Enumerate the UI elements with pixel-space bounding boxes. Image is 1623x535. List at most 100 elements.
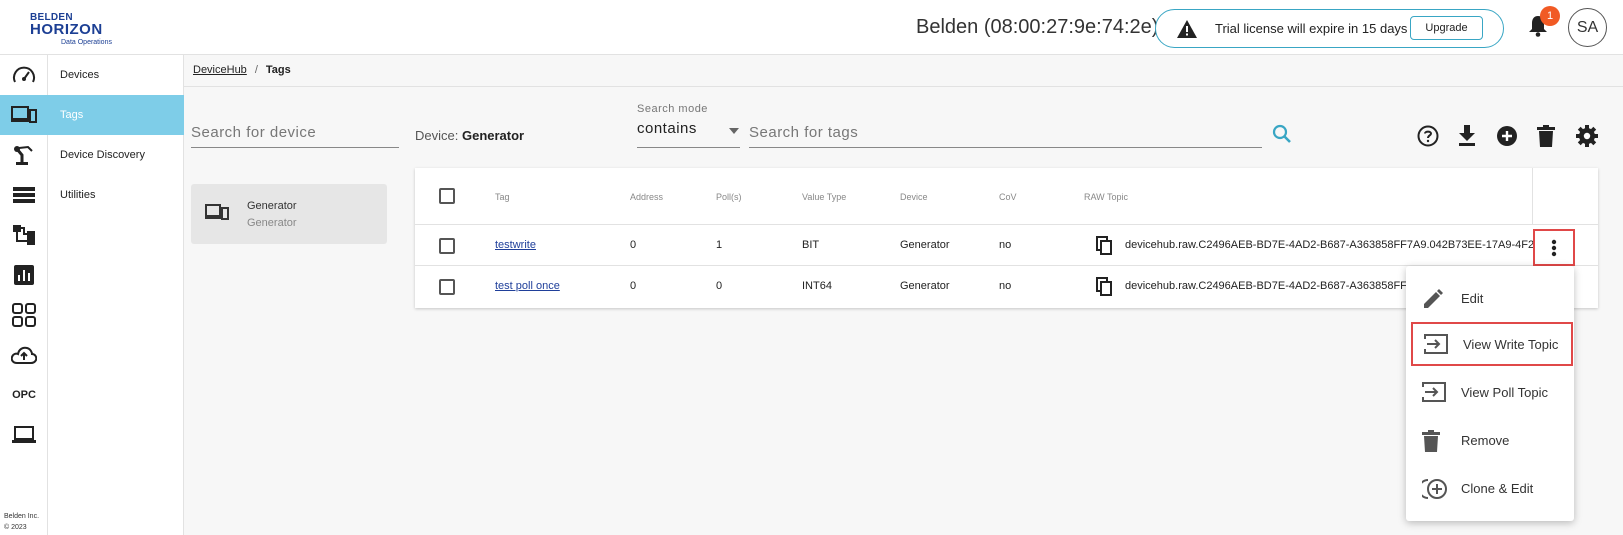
devices-icon [205, 204, 229, 220]
search-mode-value: contains [637, 120, 697, 137]
address-cell: 0 [630, 239, 637, 251]
device-search-input[interactable] [191, 118, 399, 148]
add-icon[interactable] [1496, 125, 1518, 147]
search-mode-select[interactable]: contains [637, 120, 740, 148]
copy-icon[interactable] [1096, 236, 1112, 255]
col-header-tag[interactable]: Tag [495, 192, 510, 202]
menu-item-clone-edit[interactable]: Clone & Edit [1406, 466, 1574, 510]
menu-item-label: Remove [1461, 433, 1510, 448]
col-header-address[interactable]: Address [630, 192, 663, 202]
rail-devices[interactable] [0, 95, 48, 135]
select-all-checkbox[interactable] [439, 188, 455, 204]
selected-device-label: Device: Generator [415, 128, 524, 143]
row-actions-button[interactable] [1533, 229, 1575, 266]
device-card-generator[interactable]: Generator Generator [191, 184, 387, 244]
rail-opc[interactable]: OPC [0, 375, 48, 415]
col-header-value-type[interactable]: Value Type [802, 192, 846, 202]
caret-down-icon [729, 128, 739, 134]
clone-icon [1422, 479, 1447, 499]
laptop-icon [12, 426, 36, 443]
devices-icon [11, 106, 37, 123]
upgrade-button[interactable]: Upgrade [1410, 16, 1483, 40]
col-header-raw-topic[interactable]: RAW Topic [1084, 192, 1128, 202]
address-cell: 0 [630, 280, 637, 292]
copyright-year: © 2023 [4, 524, 27, 531]
logo-text-horizon: HORIZON [30, 21, 103, 38]
menu-item-label: View Poll Topic [1461, 385, 1548, 400]
belden-horizon-logo[interactable]: BELDEN HORIZON Data Operations [28, 10, 118, 48]
col-header-poll[interactable]: Poll(s) [716, 192, 742, 202]
device-identifier: Belden (08:00:27:9e:74:2e) [916, 16, 1159, 38]
dashboard-icon [13, 66, 35, 83]
row-checkbox[interactable] [439, 238, 455, 254]
nav-item-tags[interactable]: Tags [48, 95, 184, 135]
menu-item-label: Clone & Edit [1461, 481, 1534, 496]
trash-icon [1422, 430, 1440, 452]
menu-item-label: Edit [1461, 291, 1484, 306]
breadcrumb-current: Tags [265, 64, 291, 76]
help-icon[interactable] [1417, 125, 1439, 147]
device-prefix: Device: [415, 128, 459, 143]
notification-badge: 1 [1540, 6, 1560, 26]
topic-icon [1422, 382, 1446, 402]
tag-link[interactable]: test poll once [495, 280, 560, 292]
value-type-cell: INT64 [802, 280, 832, 292]
flow-icon [13, 225, 35, 245]
breadcrumb: DeviceHub / Tags [193, 64, 291, 76]
robot-arm-icon [14, 145, 33, 165]
menu-item-view-write-topic[interactable]: View Write Topic [1411, 322, 1573, 366]
tag-link[interactable]: testwrite [495, 239, 536, 251]
grid-icon [12, 303, 36, 327]
rail-list[interactable] [0, 175, 48, 215]
device-card-name: Generator [247, 200, 297, 212]
trial-message: Trial license will expire in 15 days [1215, 21, 1408, 36]
topic-icon [1424, 334, 1448, 354]
rail-flow[interactable] [0, 215, 48, 255]
logo-text-data-operations: Data Operations [61, 39, 112, 46]
col-header-cov[interactable]: CoV [999, 192, 1017, 202]
copyright-company: Belden Inc. [4, 513, 40, 520]
row-checkbox[interactable] [439, 279, 455, 295]
warning-icon [1177, 20, 1197, 38]
device-cell: Generator [900, 239, 950, 251]
rail-dashboard[interactable] [0, 55, 48, 95]
pencil-icon [1424, 289, 1443, 308]
menu-item-edit[interactable]: Edit [1406, 276, 1574, 320]
raw-topic-cell: devicehub.raw.C2496AEB-BD7E-4AD2-B687-A3… [1125, 239, 1533, 251]
value-type-cell: BIT [802, 239, 820, 251]
copyright: Belden Inc. © 2023 [4, 511, 39, 533]
download-icon[interactable] [1457, 125, 1477, 147]
copy-icon[interactable] [1096, 277, 1112, 296]
icon-rail: OPC Belden Inc. © 2023 [0, 55, 48, 535]
rail-apps[interactable] [0, 295, 48, 335]
nav-item-utilities[interactable]: Utilities [48, 175, 184, 215]
divider [184, 86, 1623, 87]
nav-item-device-discovery[interactable]: Device Discovery [48, 135, 184, 175]
breadcrumb-separator: / [254, 64, 258, 76]
selected-device-name: Generator [461, 128, 525, 143]
menu-item-remove[interactable]: Remove [1406, 418, 1574, 462]
app-header: BELDEN HORIZON Data Operations Belden (0… [0, 0, 1623, 55]
menu-item-view-poll-topic[interactable]: View Poll Topic [1406, 370, 1574, 414]
breadcrumb-devicehub-link[interactable]: DeviceHub [193, 64, 247, 76]
user-avatar[interactable]: SA [1568, 8, 1607, 47]
more-vertical-icon [1551, 239, 1557, 256]
rail-cloud[interactable] [0, 335, 48, 375]
search-icon[interactable] [1272, 124, 1292, 144]
tag-search-input[interactable] [749, 118, 1262, 148]
delete-icon[interactable] [1537, 125, 1555, 147]
cov-cell: no [999, 280, 1012, 292]
raw-topic-cell: devicehub.raw.C2496AEB-BD7E-4AD2-B687-A3… [1125, 280, 1425, 292]
rail-analytics[interactable] [0, 255, 48, 295]
row-context-menu: Edit View Write Topic View Poll Topic Re… [1406, 266, 1574, 521]
gear-icon[interactable] [1576, 125, 1598, 147]
nav-item-devices[interactable]: Devices [48, 55, 184, 95]
opc-label: OPC [12, 389, 36, 401]
section-nav: Devices Tags Device Discovery Utilities [48, 55, 184, 535]
rail-laptop[interactable] [0, 415, 48, 455]
header-divider [415, 224, 1598, 225]
device-cell: Generator [900, 280, 950, 292]
rail-robot[interactable] [0, 135, 48, 175]
column-divider [1532, 168, 1533, 224]
col-header-device[interactable]: Device [900, 192, 928, 202]
